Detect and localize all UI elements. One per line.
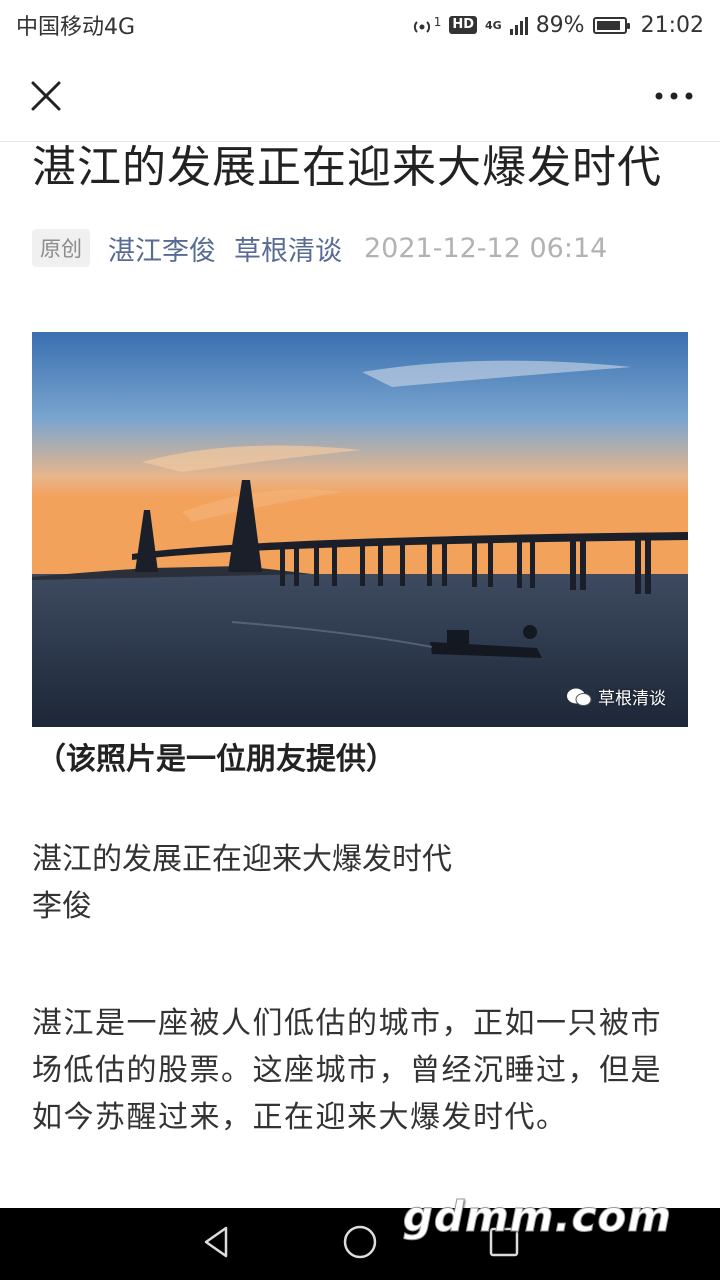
body-paragraph: 湛江是一座被人们低估的城市，正如一只被市场低估的股票。这座城市，曾经沉睡过，但是… <box>32 1006 662 1135</box>
site-watermark: gdmm.com <box>402 1192 672 1242</box>
article-title: 湛江的发展正在迎来大爆发时代 <box>32 142 662 193</box>
photo-watermark: 草根清谈 <box>566 684 666 709</box>
battery-icon <box>592 16 630 34</box>
carrier-label: 中国移动4G <box>16 15 136 40</box>
status-icons: 1 HD 4G 89% 21:02 <box>410 13 704 38</box>
home-icon[interactable] <box>342 1224 378 1264</box>
hd-icon: HD <box>449 16 477 34</box>
more-icon[interactable] <box>654 76 694 116</box>
wechat-icon <box>567 688 592 706</box>
body-title: 湛江的发展正在迎来大爆发时代 <box>32 842 452 877</box>
clock: 21:02 <box>640 12 704 38</box>
back-icon[interactable] <box>200 1224 232 1264</box>
body-heading: 湛江的发展正在迎来大爆发时代 李俊 <box>32 836 688 930</box>
signal-icon <box>509 15 528 35</box>
article-meta: 原创 湛江李俊 草根清谈 2021-12-12 06:14 <box>32 226 607 270</box>
body-author: 李俊 <box>32 889 92 924</box>
watermark-text: 草根清谈 <box>598 689 666 709</box>
photo-caption: （该照片是一位朋友提供） <box>36 742 396 777</box>
network-type: 4G <box>485 18 502 32</box>
publish-date: 2021-12-12 06:14 <box>364 232 608 264</box>
close-icon[interactable] <box>26 76 66 116</box>
article-photo[interactable]: 草根清谈 <box>32 332 688 727</box>
author-link[interactable]: 湛江李俊 <box>108 229 216 268</box>
hotspot-icon: 1 <box>410 15 441 35</box>
original-badge: 原创 <box>32 229 90 267</box>
battery-percent: 89% <box>535 12 585 38</box>
publisher-link[interactable]: 草根清谈 <box>234 229 342 268</box>
top-nav <box>0 50 720 142</box>
status-bar: 中国移动4G 1 HD 4G 89% 21:02 <box>0 0 720 50</box>
